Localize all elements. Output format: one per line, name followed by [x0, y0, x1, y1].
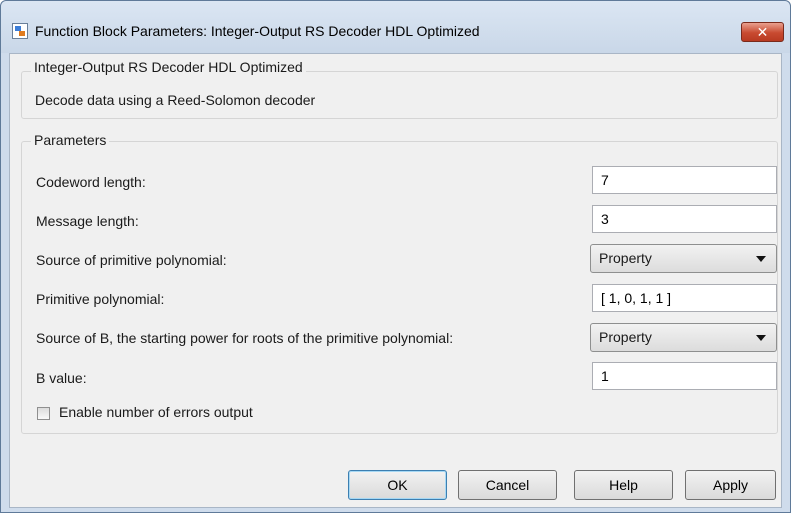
enable-errors-output-checkbox[interactable]	[37, 407, 50, 420]
ok-button[interactable]: OK	[348, 470, 447, 500]
codeword-length-input[interactable]: 7	[592, 166, 777, 194]
parameters-heading: Parameters	[31, 132, 110, 148]
dialog-window: Function Block Parameters: Integer-Outpu…	[0, 0, 791, 513]
source-b-select[interactable]: Property	[590, 323, 777, 352]
block-name-heading: Integer-Output RS Decoder HDL Optimized	[31, 59, 306, 75]
title-bar[interactable]: Function Block Parameters: Integer-Outpu…	[1, 1, 790, 53]
primitive-polynomial-label: Primitive polynomial:	[36, 291, 165, 307]
message-length-label: Message length:	[36, 213, 139, 229]
apply-button[interactable]: Apply	[685, 470, 776, 500]
window-title: Function Block Parameters: Integer-Outpu…	[35, 23, 480, 39]
simulink-block-icon	[12, 23, 28, 39]
enable-errors-output-label[interactable]: Enable number of errors output	[59, 404, 253, 420]
codeword-length-label: Codeword length:	[36, 174, 146, 190]
source-b-value: Property	[599, 329, 652, 345]
source-b-label: Source of B, the starting power for root…	[36, 330, 454, 346]
close-icon: ✕	[756, 24, 769, 40]
help-button[interactable]: Help	[574, 470, 673, 500]
b-value-input[interactable]: 1	[592, 362, 777, 390]
b-value-label: B value:	[36, 370, 87, 386]
source-primitive-polynomial-value: Property	[599, 250, 652, 266]
source-primitive-polynomial-label: Source of primitive polynomial:	[36, 252, 227, 268]
primitive-polynomial-input[interactable]: [ 1, 0, 1, 1 ]	[592, 284, 777, 312]
cancel-button[interactable]: Cancel	[458, 470, 557, 500]
block-description: Decode data using a Reed-Solomon decoder	[35, 92, 316, 108]
message-length-input[interactable]: 3	[592, 205, 777, 233]
close-button[interactable]: ✕	[741, 22, 784, 42]
chevron-down-icon	[756, 335, 766, 341]
source-primitive-polynomial-select[interactable]: Property	[590, 244, 777, 273]
chevron-down-icon	[756, 256, 766, 262]
